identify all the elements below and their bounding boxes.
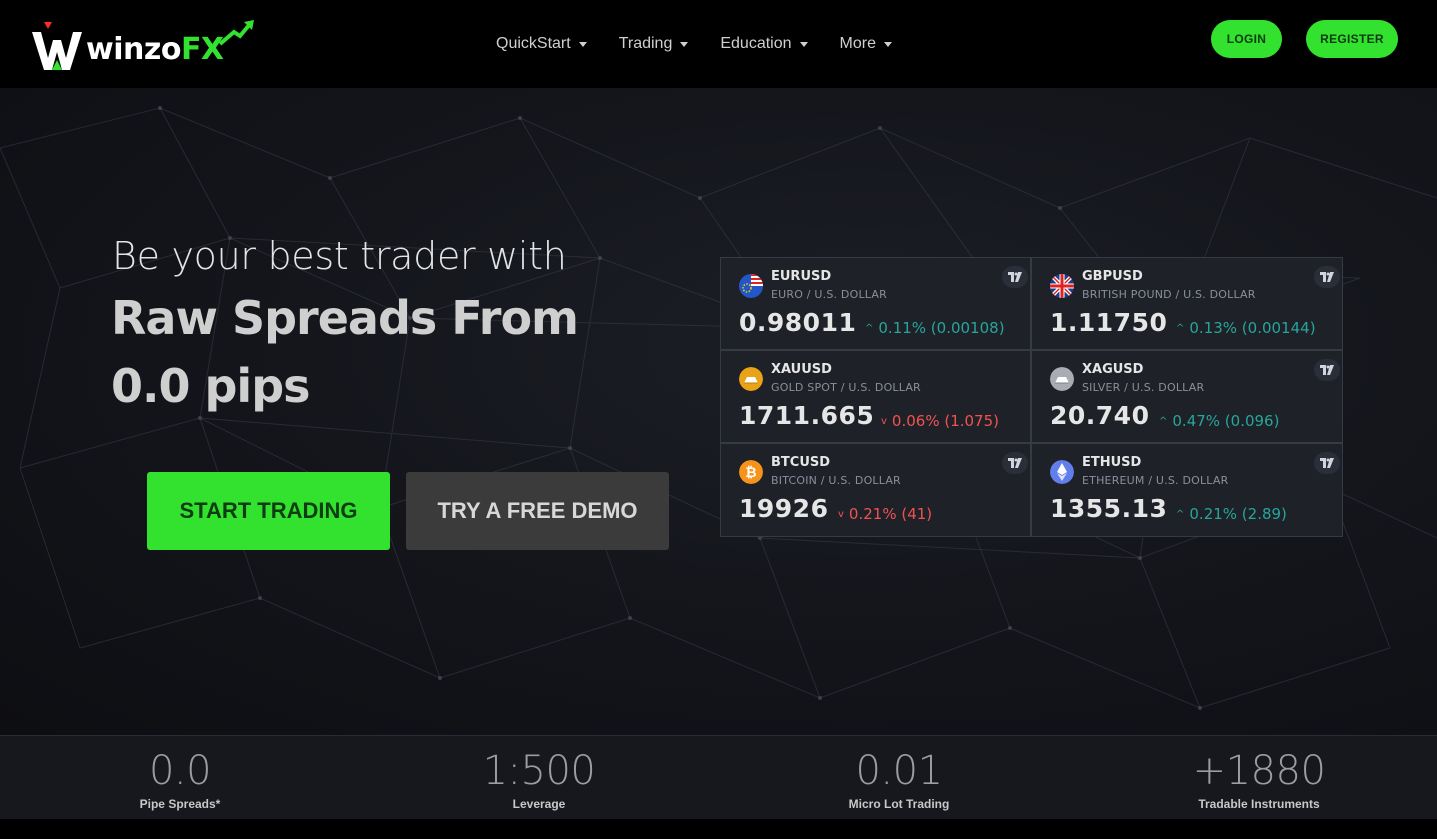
arrow-up-icon: ^ bbox=[1159, 415, 1168, 427]
chevron-down-icon bbox=[680, 42, 689, 47]
nav-label: QuickStart bbox=[496, 35, 571, 52]
tradingview-icon[interactable] bbox=[1002, 452, 1028, 474]
ticker-card-ethusd[interactable]: ETHUSD ETHEREUM / U.S. DOLLAR 1355.13 ^ 0… bbox=[1031, 443, 1343, 537]
stat-label: Leverage bbox=[512, 797, 566, 811]
chevron-down-icon bbox=[578, 42, 587, 47]
ticker-symbol: EURUSD bbox=[771, 269, 832, 284]
stat-label: Pipe Spreads* bbox=[139, 797, 221, 811]
logo-w-icon bbox=[32, 22, 82, 70]
stat-label: Tradable Instruments bbox=[1198, 797, 1320, 811]
stats-bar: 0.0 Pipe Spreads* 1:500 Leverage 0.01 Mi… bbox=[0, 735, 1437, 819]
arrow-up-icon: ^ bbox=[1176, 508, 1185, 520]
tradingview-icon[interactable] bbox=[1314, 266, 1340, 288]
nav-label: More bbox=[839, 35, 876, 52]
stat-spreads: 0.0 Pipe Spreads* bbox=[60, 748, 300, 811]
stat-leverage: 1:500 Leverage bbox=[419, 748, 659, 811]
login-button[interactable]: LOGIN bbox=[1211, 20, 1282, 58]
free-demo-button[interactable]: TRY A FREE DEMO bbox=[406, 472, 669, 550]
ticker-description: BRITISH POUND / U.S. DOLLAR bbox=[1082, 288, 1256, 301]
winzofx-logo[interactable]: winzoFX bbox=[30, 20, 254, 72]
ticker-description: ETHEREUM / U.S. DOLLAR bbox=[1082, 474, 1229, 487]
ticker-change: ^ 0.13% (0.00144) bbox=[1176, 319, 1316, 337]
stat-micro-lot: 0.01 Micro Lot Trading bbox=[779, 748, 1019, 811]
stat-label: Micro Lot Trading bbox=[848, 797, 950, 811]
ticker-card-xauusd[interactable]: XAUUSD GOLD SPOT / U.S. DOLLAR 1711.665 … bbox=[720, 350, 1031, 443]
nav-trading[interactable]: Trading bbox=[619, 35, 689, 53]
ticker-description: GOLD SPOT / U.S. DOLLAR bbox=[771, 381, 921, 394]
ticker-symbol: ETHUSD bbox=[1082, 455, 1142, 470]
uk-us-flag-icon bbox=[1050, 274, 1074, 298]
ticker-description: SILVER / U.S. DOLLAR bbox=[1082, 381, 1205, 394]
ticker-symbol: XAGUSD bbox=[1082, 362, 1144, 377]
silver-icon bbox=[1050, 367, 1074, 391]
stat-value: 0.0 bbox=[148, 748, 212, 794]
change-value: 0.47% (0.096) bbox=[1172, 412, 1280, 430]
ticker-change: ^ 0.21% (2.89) bbox=[1176, 505, 1287, 523]
main-nav: QuickStart Trading Education More bbox=[480, 0, 908, 88]
eu-us-flag-icon bbox=[739, 274, 763, 298]
change-value: 0.13% (0.00144) bbox=[1189, 319, 1316, 337]
ticker-price: 0.98011 bbox=[739, 308, 857, 337]
stat-value: 0.01 bbox=[855, 748, 943, 794]
tradingview-icon[interactable] bbox=[1314, 359, 1340, 381]
ethereum-icon bbox=[1050, 460, 1074, 484]
ticker-change: v 0.06% (1.075) bbox=[881, 412, 999, 430]
ticker-symbol: GBPUSD bbox=[1082, 269, 1143, 284]
logo-wordmark: winzoFX bbox=[86, 32, 224, 67]
ticker-price: 1355.13 bbox=[1050, 494, 1168, 523]
register-button[interactable]: REGISTER bbox=[1306, 20, 1398, 58]
hero-tagline: Be your best trader with bbox=[112, 234, 567, 278]
nav-more[interactable]: More bbox=[840, 35, 892, 53]
nav-education[interactable]: Education bbox=[720, 35, 808, 53]
nav-label: Trading bbox=[618, 35, 673, 52]
nav-label: Education bbox=[720, 35, 792, 52]
ticker-change: ^ 0.47% (0.096) bbox=[1159, 412, 1279, 430]
stat-value: 1:500 bbox=[482, 748, 596, 794]
ticker-change: v 0.21% (41) bbox=[838, 505, 932, 523]
ticker-price: 1711.665 bbox=[739, 401, 875, 430]
change-value: 0.11% (0.00108) bbox=[878, 319, 1005, 337]
ticker-card-gbpusd[interactable]: GBPUSD BRITISH POUND / U.S. DOLLAR 1.117… bbox=[1031, 257, 1343, 350]
gold-icon bbox=[739, 367, 763, 391]
svg-text:₿: ₿ bbox=[745, 465, 756, 481]
start-trading-button[interactable]: START TRADING bbox=[147, 472, 390, 550]
change-value: 0.21% (41) bbox=[848, 505, 933, 523]
arrow-down-icon: v bbox=[838, 508, 844, 520]
ticker-symbol: XAUUSD bbox=[771, 362, 832, 377]
ticker-card-xagusd[interactable]: XAGUSD SILVER / U.S. DOLLAR 20.740 ^ 0.47… bbox=[1031, 350, 1343, 443]
ticker-card-eurusd[interactable]: EURUSD EURO / U.S. DOLLAR 0.98011 ^ 0.11%… bbox=[720, 257, 1031, 350]
ticker-description: EURO / U.S. DOLLAR bbox=[771, 288, 887, 301]
logo-arrow-icon bbox=[218, 20, 254, 46]
hero-section: Be your best trader with Raw Spreads Fro… bbox=[0, 88, 1437, 735]
ticker-change: ^ 0.11% (0.00108) bbox=[865, 319, 1005, 337]
nav-quickstart[interactable]: QuickStart bbox=[496, 35, 587, 53]
bitcoin-icon: ₿ bbox=[739, 460, 763, 484]
tradingview-icon[interactable] bbox=[1314, 452, 1340, 474]
tradingview-icon[interactable] bbox=[1002, 266, 1028, 288]
ticker-price: 19926 bbox=[739, 494, 829, 523]
change-value: 0.21% (2.89) bbox=[1189, 505, 1287, 523]
arrow-up-icon: ^ bbox=[865, 322, 874, 334]
ticker-price: 1.11750 bbox=[1050, 308, 1168, 337]
ticker-card-btcusd[interactable]: ₿ BTCUSD BITCOIN / U.S. DOLLAR 19926 v 0.… bbox=[720, 443, 1031, 537]
chevron-down-icon bbox=[799, 42, 808, 47]
ticker-widget: EURUSD EURO / U.S. DOLLAR 0.98011 ^ 0.11%… bbox=[720, 257, 1343, 537]
ticker-symbol: BTCUSD bbox=[771, 455, 831, 470]
stat-value: +1880 bbox=[1192, 748, 1326, 794]
ticker-description: BITCOIN / U.S. DOLLAR bbox=[771, 474, 901, 487]
hero-headline: Raw Spreads From 0.0 pips bbox=[111, 291, 579, 413]
arrow-up-icon: ^ bbox=[1176, 322, 1185, 334]
ticker-price: 20.740 bbox=[1050, 401, 1150, 430]
stat-instruments: +1880 Tradable Instruments bbox=[1139, 748, 1379, 811]
site-header: winzoFX QuickStart Trading Education Mor… bbox=[0, 0, 1437, 88]
change-value: 0.06% (1.075) bbox=[891, 412, 999, 430]
arrow-down-icon: v bbox=[881, 415, 887, 427]
chevron-down-icon bbox=[883, 42, 892, 47]
footer-strip bbox=[0, 819, 1437, 839]
